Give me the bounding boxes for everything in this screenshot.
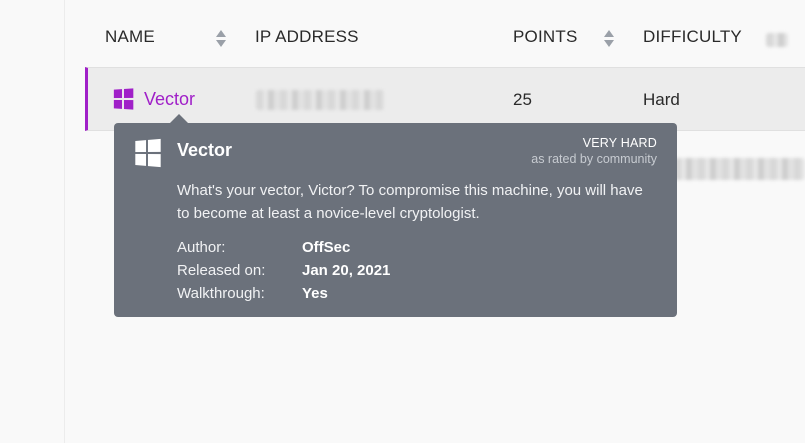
points-value: 25	[513, 90, 532, 109]
column-header-ip-address: IP ADDRESS	[255, 27, 359, 46]
column-header-difficulty[interactable]: DIFFICULTY	[643, 27, 742, 47]
left-sidebar	[0, 0, 65, 443]
tooltip-title: Vector	[177, 140, 233, 160]
author-label: Author:	[177, 239, 226, 256]
machine-name-link[interactable]: Vector	[144, 89, 195, 110]
sort-points-icon[interactable]	[603, 30, 615, 48]
walkthrough-label: Walkthrough:	[177, 285, 265, 302]
community-rating: VERY HARD	[582, 136, 657, 150]
table-header: NAME IP ADDRESS POINTS DIFFICULTY	[66, 0, 805, 67]
sort-name-icon[interactable]	[215, 30, 227, 48]
tooltip-arrow	[170, 114, 188, 123]
blurred-row-content	[674, 158, 805, 180]
author-value: OffSec	[302, 239, 351, 256]
table-row[interactable]: Vector 25 Hard	[85, 67, 805, 131]
windows-icon	[113, 88, 134, 110]
windows-icon	[135, 138, 161, 168]
column-header-name[interactable]: NAME	[105, 27, 155, 47]
walkthrough-value: Yes	[302, 285, 328, 302]
machine-info-tooltip: Vector VERY HARD as rated by community W…	[114, 114, 677, 317]
machine-description: What's your vector, Victor? To compromis…	[177, 182, 643, 222]
blurred-ip-address	[256, 90, 384, 110]
blurred-header-control	[766, 33, 788, 47]
difficulty-value: Hard	[643, 90, 680, 109]
column-header-points[interactable]: POINTS	[513, 27, 578, 47]
released-on-value: Jan 20, 2021	[302, 262, 391, 279]
rating-source: as rated by community	[531, 152, 657, 166]
released-on-label: Released on:	[177, 262, 266, 279]
